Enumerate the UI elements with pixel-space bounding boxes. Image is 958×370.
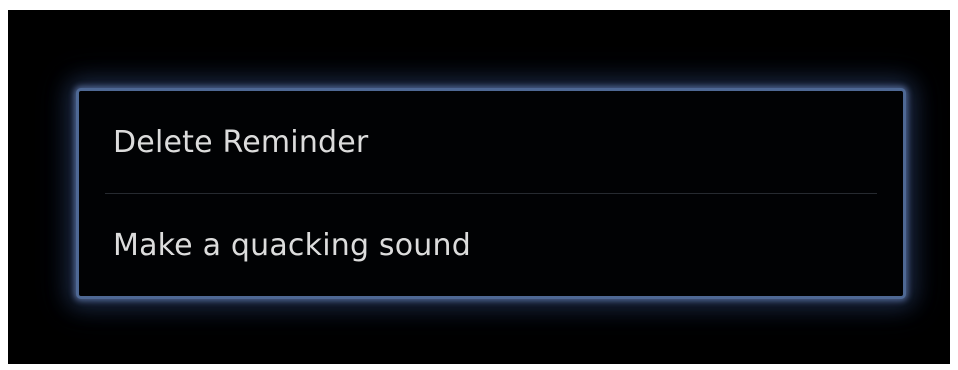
screen-background: Delete Reminder Make a quacking sound (8, 10, 950, 364)
menu-item-delete-reminder[interactable]: Delete Reminder (79, 91, 903, 193)
context-menu-dialog: Delete Reminder Make a quacking sound (76, 88, 906, 299)
menu-item-label: Make a quacking sound (113, 227, 471, 263)
menu-item-label: Delete Reminder (113, 124, 369, 160)
menu-item-make-quacking-sound[interactable]: Make a quacking sound (79, 194, 903, 296)
